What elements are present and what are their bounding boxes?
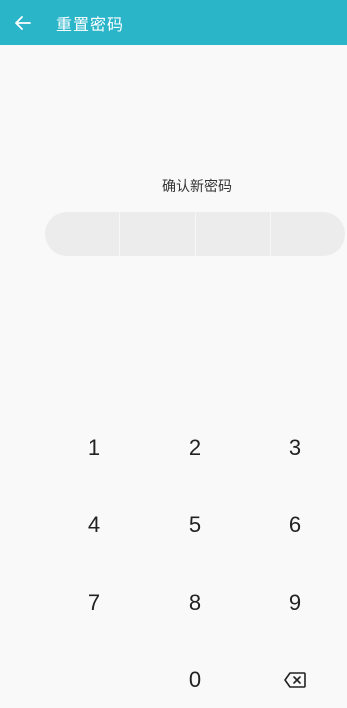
key-2[interactable]: 2 xyxy=(165,420,225,476)
key-3[interactable]: 3 xyxy=(265,420,325,476)
key-9[interactable]: 9 xyxy=(265,575,325,631)
key-7[interactable]: 7 xyxy=(64,575,124,631)
pin-digit-3 xyxy=(196,212,271,256)
pin-digit-4 xyxy=(271,212,345,256)
pin-digit-2 xyxy=(120,212,196,256)
key-4[interactable]: 4 xyxy=(64,497,124,553)
pin-input[interactable] xyxy=(45,212,345,256)
arrow-left-icon xyxy=(15,15,31,30)
back-button[interactable] xyxy=(3,0,43,45)
confirm-password-label: 确认新密码 xyxy=(162,179,232,195)
pin-digit-1 xyxy=(45,212,121,256)
app-bar: 重置密码 xyxy=(0,0,347,45)
key-6[interactable]: 6 xyxy=(265,497,325,553)
page-title: 重置密码 xyxy=(56,14,125,34)
key-5[interactable]: 5 xyxy=(165,497,225,553)
key-8[interactable]: 8 xyxy=(165,575,225,631)
key-0[interactable]: 0 xyxy=(165,652,225,708)
delete-button[interactable] xyxy=(265,652,325,708)
key-1[interactable]: 1 xyxy=(64,420,124,476)
backspace-icon xyxy=(284,672,306,688)
